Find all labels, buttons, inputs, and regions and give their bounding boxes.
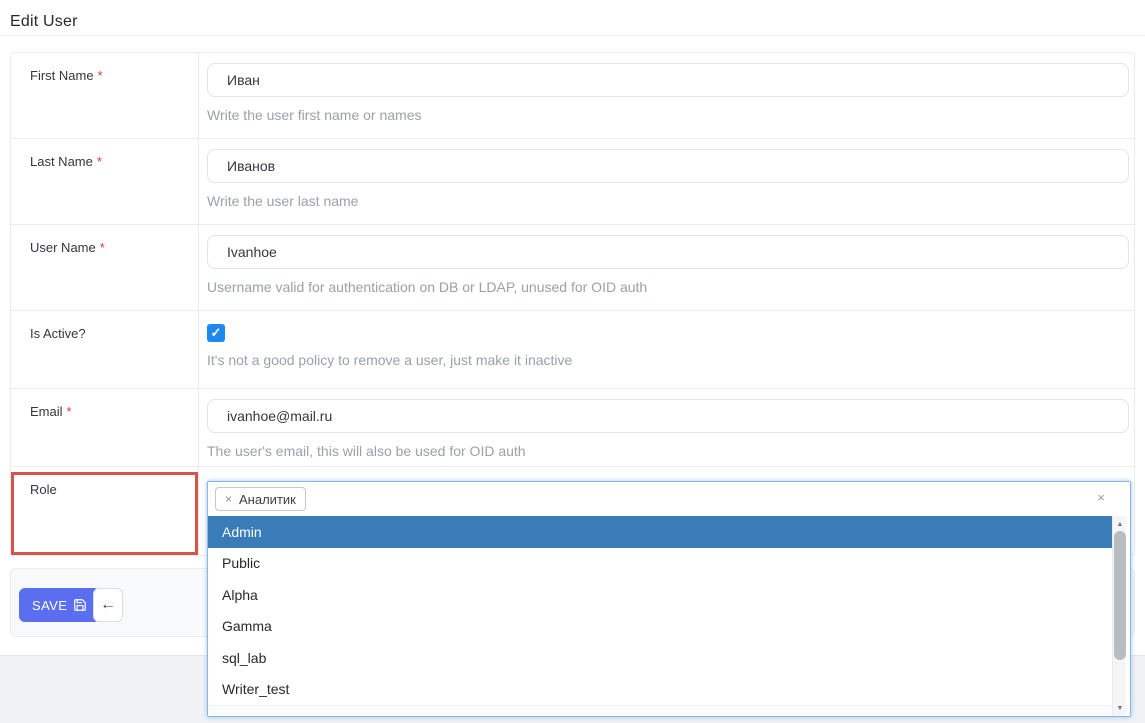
role-option-partial	[208, 705, 1114, 716]
user-name-label: User Name *	[11, 225, 199, 310]
required-asterisk: *	[67, 404, 72, 419]
role-option-public[interactable]: Public	[208, 548, 1114, 580]
edit-user-page: Edit User First Name * Write the user fir…	[0, 0, 1145, 723]
first-name-label-text: First Name	[30, 68, 94, 83]
save-button[interactable]: SAVE	[19, 588, 100, 622]
role-options-list: Admin Public Alpha Gamma sql_lab Writer_…	[208, 516, 1130, 716]
tag-remove-icon[interactable]: ×	[225, 492, 232, 506]
dropdown-scrollbar[interactable]: ▲ ▼	[1112, 516, 1126, 716]
form-row-is-active: Is Active? ✓ It's not a good policy to r…	[11, 311, 1134, 389]
first-name-label: First Name *	[11, 53, 199, 138]
save-floppy-icon	[73, 598, 87, 612]
is-active-cell: ✓ It's not a good policy to remove a use…	[199, 311, 1134, 388]
checkbox-check-icon: ✓	[211, 325, 222, 341]
page-title: Edit User	[10, 13, 78, 31]
is-active-label: Is Active?	[11, 311, 199, 388]
back-button[interactable]: ←	[93, 588, 123, 622]
back-arrow-icon: ←	[100, 596, 116, 614]
is-active-help: It's not a good policy to remove a user,…	[207, 352, 1129, 368]
role-option-sql-lab[interactable]: sql_lab	[208, 642, 1114, 674]
form-row-last-name: Last Name * Write the user last name	[11, 139, 1134, 225]
role-select-control[interactable]: × Аналитик ×	[208, 482, 1130, 516]
last-name-label-text: Last Name	[30, 154, 93, 169]
user-name-cell: Username valid for authentication on DB …	[199, 225, 1134, 310]
first-name-cell: Write the user first name or names	[199, 53, 1134, 138]
role-label-text: Role	[30, 482, 57, 497]
last-name-cell: Write the user last name	[199, 139, 1134, 224]
last-name-help: Write the user last name	[207, 193, 1129, 209]
select-clear-icon[interactable]: ×	[1097, 491, 1105, 504]
last-name-input[interactable]	[207, 149, 1129, 183]
user-name-help: Username valid for authentication on DB …	[207, 279, 1129, 295]
scrollbar-down-icon[interactable]: ▼	[1113, 702, 1127, 714]
email-label: Email *	[11, 389, 199, 466]
required-asterisk: *	[97, 154, 102, 169]
last-name-label: Last Name *	[11, 139, 199, 224]
role-select-dropdown: × Аналитик × Admin Public Alpha Gamma sq…	[207, 481, 1131, 717]
first-name-help: Write the user first name or names	[207, 107, 1129, 123]
is-active-checkbox[interactable]: ✓	[207, 324, 225, 342]
user-name-input[interactable]	[207, 235, 1129, 269]
user-name-label-text: User Name	[30, 240, 96, 255]
role-option-admin[interactable]: Admin	[208, 516, 1114, 548]
form-row-user-name: User Name * Username valid for authentica…	[11, 225, 1134, 311]
form-row-email: Email * The user's email, this will also …	[11, 389, 1134, 467]
scrollbar-thumb[interactable]	[1114, 531, 1126, 660]
role-selected-tag[interactable]: × Аналитик	[215, 487, 306, 511]
first-name-input[interactable]	[207, 63, 1129, 97]
role-selected-tag-label: Аналитик	[239, 492, 296, 507]
form-row-first-name: First Name * Write the user first name or…	[11, 53, 1134, 139]
role-option-gamma[interactable]: Gamma	[208, 611, 1114, 643]
email-cell: The user's email, this will also be used…	[199, 389, 1134, 466]
title-divider	[0, 35, 1145, 36]
email-input[interactable]	[207, 399, 1129, 433]
required-asterisk: *	[98, 68, 103, 83]
role-option-alpha[interactable]: Alpha	[208, 579, 1114, 611]
required-asterisk: *	[100, 240, 105, 255]
role-option-writer-test[interactable]: Writer_test	[208, 674, 1114, 706]
email-label-text: Email	[30, 404, 63, 419]
scrollbar-up-icon[interactable]: ▲	[1113, 518, 1127, 530]
email-help: The user's email, this will also be used…	[207, 443, 1129, 459]
role-label: Role	[11, 467, 199, 557]
save-button-label: SAVE	[32, 598, 67, 613]
is-active-label-text: Is Active?	[30, 326, 86, 341]
